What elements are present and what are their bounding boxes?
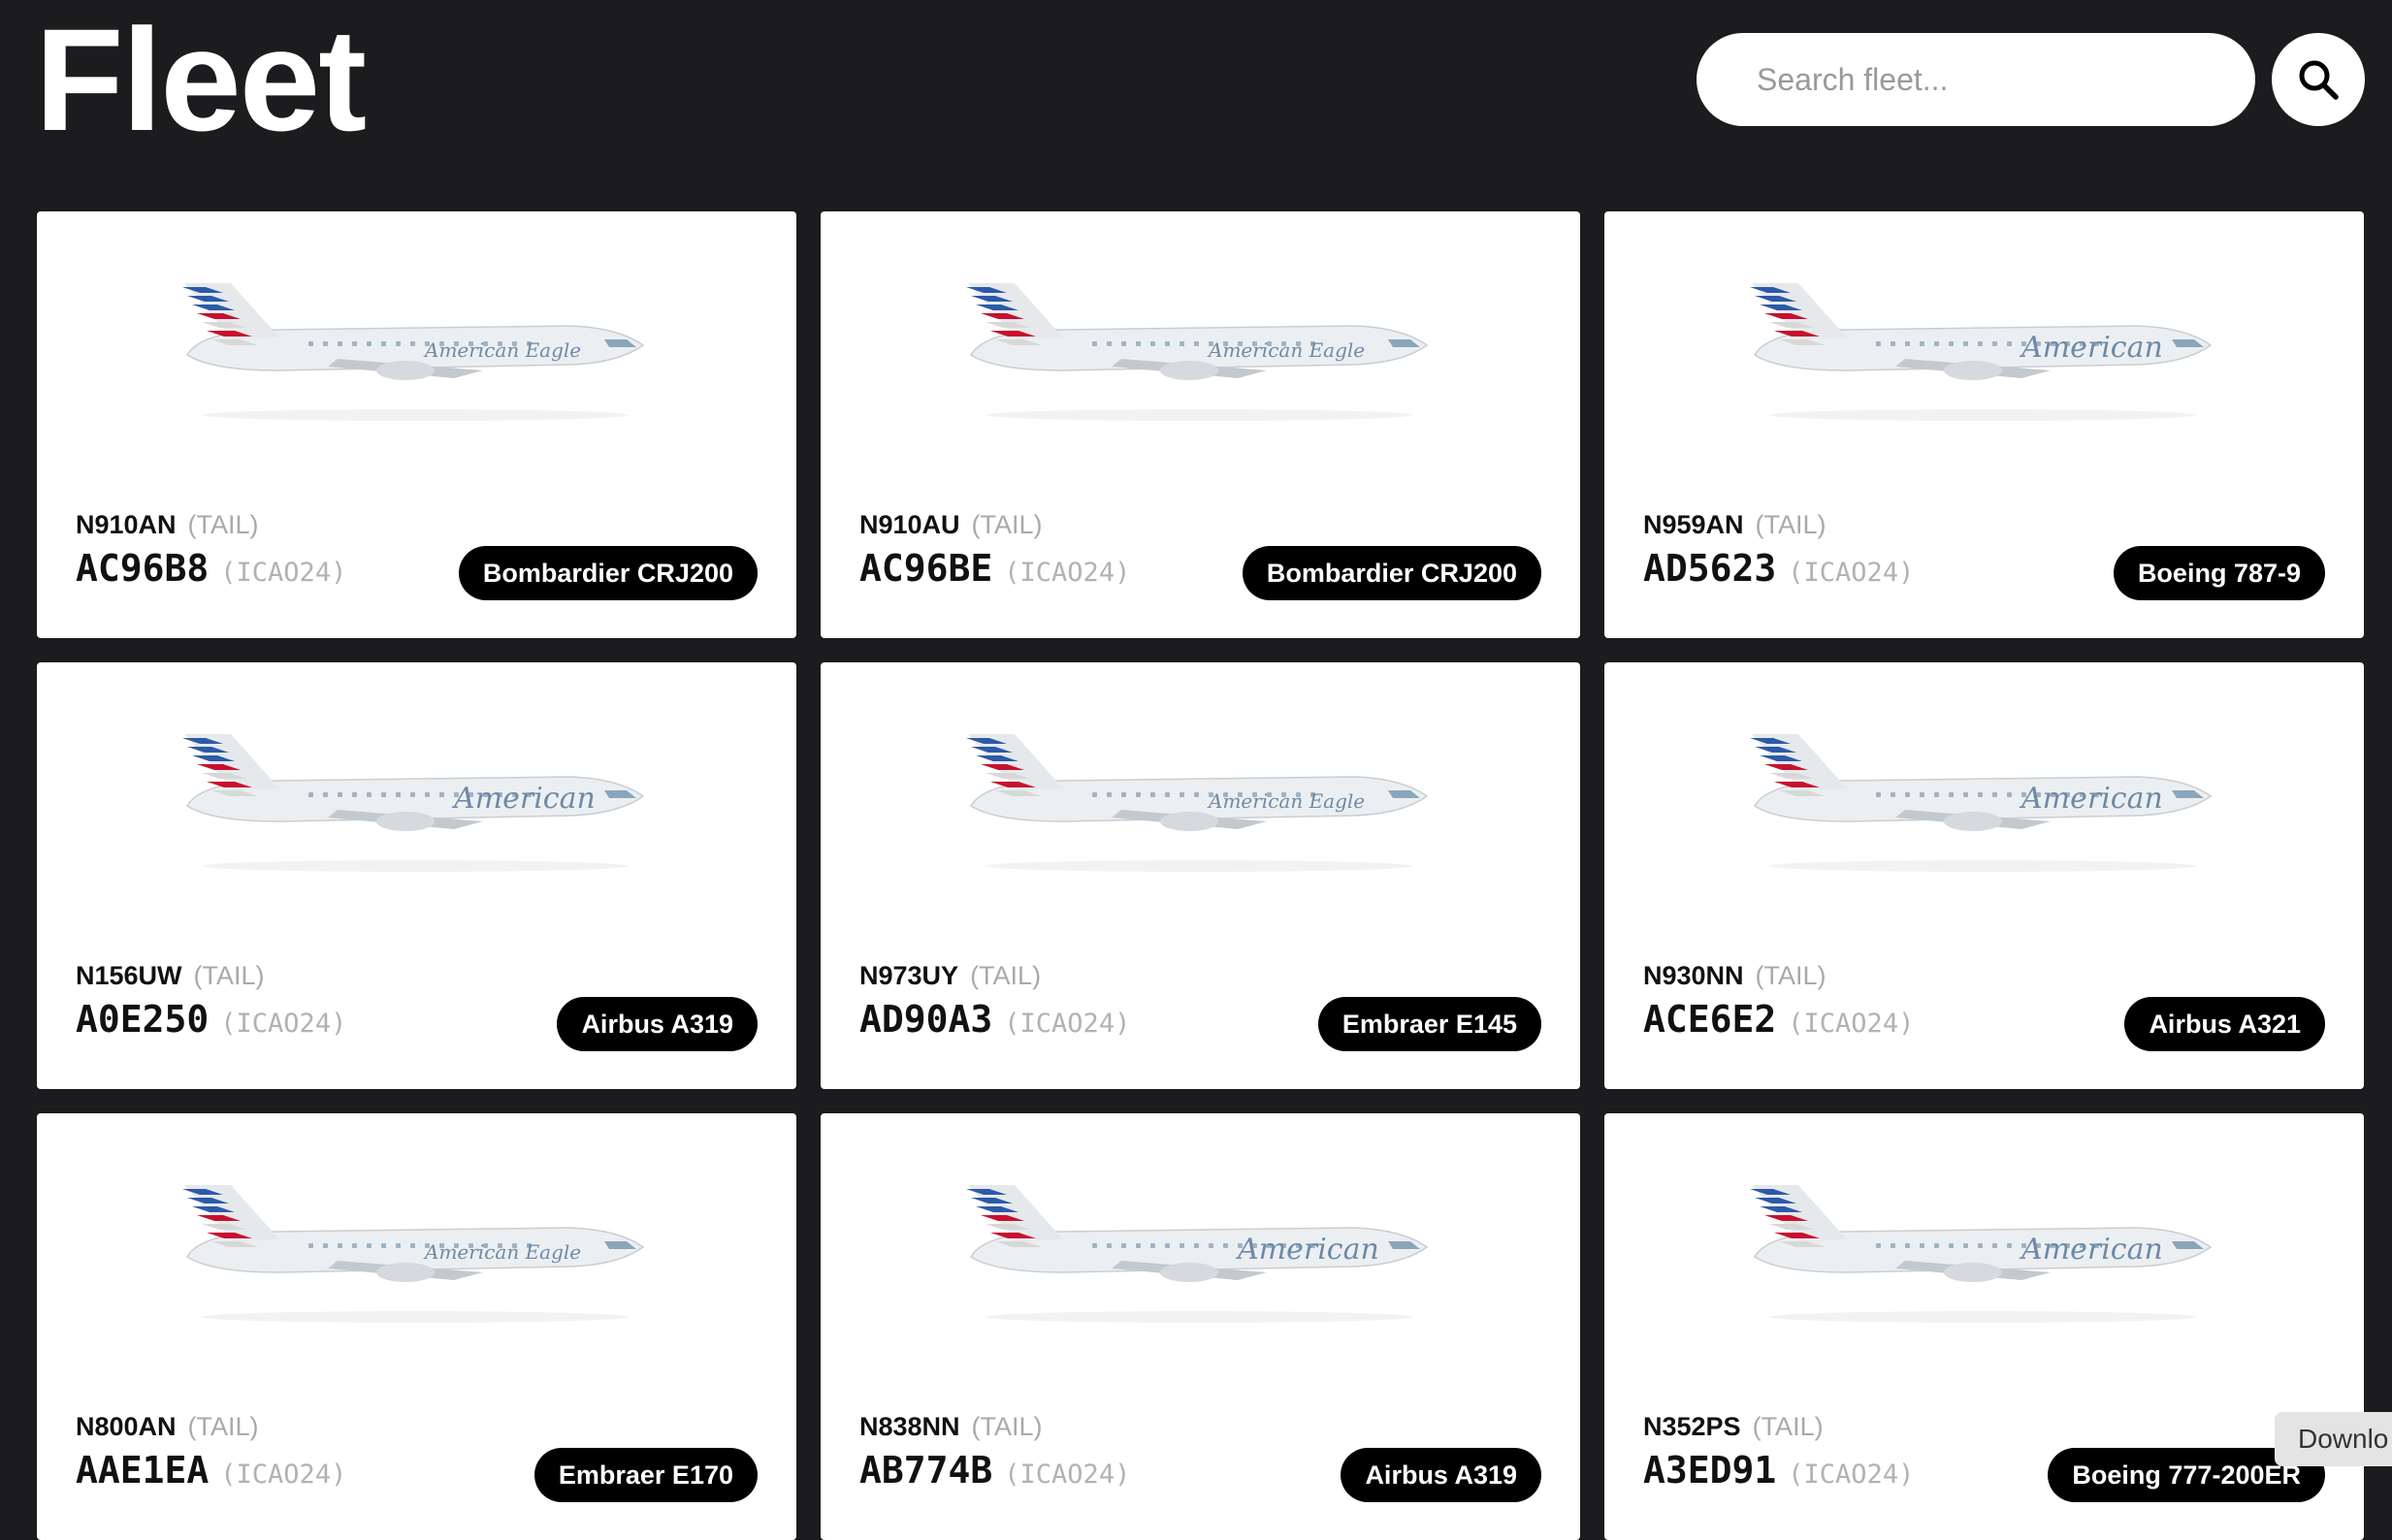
aircraft-image: American Eagle xyxy=(182,1185,645,1323)
svg-text:American Eagle: American Eagle xyxy=(1207,789,1365,813)
tail-row: N800AN (TAIL) xyxy=(76,1412,259,1442)
icao-row: A3ED91 (ICAO24) xyxy=(1643,1449,1914,1492)
icao-row: A0E250 (ICAO24) xyxy=(76,998,346,1041)
svg-text:American: American xyxy=(1235,1233,1379,1267)
svg-text:American Eagle: American Eagle xyxy=(423,338,581,362)
download-button[interactable]: Downlo xyxy=(2275,1412,2392,1466)
tail-label: (TAIL) xyxy=(970,961,1042,990)
icao24-code: A3ED91 xyxy=(1643,1449,1777,1492)
svg-text:American: American xyxy=(2019,331,2163,365)
icao24-label: (ICAO24) xyxy=(220,1460,347,1490)
fleet-card[interactable]: American N838NN (TAIL) AB774B (ICAO24) Airbus… xyxy=(821,1113,1580,1540)
tail-number: N910AU xyxy=(859,510,960,539)
tail-label: (TAIL) xyxy=(971,510,1043,539)
fleet-card[interactable]: American Eagle N800AN (TAIL) AAE1EA (ICAO24)… xyxy=(37,1113,796,1540)
icao24-code: AB774B xyxy=(859,1449,993,1492)
tail-label: (TAIL) xyxy=(187,1412,259,1441)
icao24-label: (ICAO24) xyxy=(220,558,347,588)
icao24-code: AC96B8 xyxy=(76,547,210,590)
icao24-code: A0E250 xyxy=(76,998,210,1041)
icao-row: AC96BE (ICAO24) xyxy=(859,547,1130,590)
svg-text:American: American xyxy=(2019,782,2163,816)
icao24-label: (ICAO24) xyxy=(1788,1009,1915,1039)
tail-row: N838NN (TAIL) xyxy=(859,1412,1043,1442)
fleet-card[interactable]: American N352PS (TAIL) A3ED91 (ICAO24) Boeing… xyxy=(1604,1113,2364,1540)
aircraft-image: American xyxy=(966,1185,1429,1323)
tail-row: N910AU (TAIL) xyxy=(859,510,1043,540)
icao-row: AB774B (ICAO24) xyxy=(859,1449,1130,1492)
aircraft-model-badge: Airbus A319 xyxy=(557,997,758,1051)
svg-text:American Eagle: American Eagle xyxy=(1207,338,1365,362)
tail-number: N959AN xyxy=(1643,510,1744,539)
aircraft-image: American Eagle xyxy=(966,734,1429,872)
icao-row: AD90A3 (ICAO24) xyxy=(859,998,1130,1041)
icao24-label: (ICAO24) xyxy=(1004,1460,1131,1490)
icao24-label: (ICAO24) xyxy=(1004,1009,1131,1039)
icao24-code: AD5623 xyxy=(1643,547,1777,590)
header: Fleet xyxy=(0,0,2392,184)
search-icon xyxy=(2299,60,2339,100)
fleet-grid: American Eagle N910AN (TAIL) AC96B8 (ICAO24)… xyxy=(37,211,2365,1540)
aircraft-image: American xyxy=(182,734,645,872)
icao-row: ACE6E2 (ICAO24) xyxy=(1643,998,1914,1041)
aircraft-model-badge: Airbus A321 xyxy=(2124,997,2325,1051)
tail-row: N352PS (TAIL) xyxy=(1643,1412,1824,1442)
fleet-card[interactable]: American N156UW (TAIL) A0E250 (ICAO24) Airbus… xyxy=(37,662,796,1089)
tail-number: N156UW xyxy=(76,961,182,990)
fleet-card[interactable]: American Eagle N973UY (TAIL) AD90A3 (ICAO24)… xyxy=(821,662,1580,1089)
tail-label: (TAIL) xyxy=(187,510,259,539)
aircraft-image: American xyxy=(1750,734,2213,872)
svg-text:American: American xyxy=(2019,1233,2163,1267)
icao24-code: AAE1EA xyxy=(76,1449,210,1492)
svg-text:American Eagle: American Eagle xyxy=(423,1240,581,1264)
tail-number: N930NN xyxy=(1643,961,1744,990)
tail-label: (TAIL) xyxy=(1755,510,1826,539)
tail-label: (TAIL) xyxy=(1752,1412,1824,1441)
aircraft-model-badge: Bombardier CRJ200 xyxy=(458,546,758,600)
icao-row: AD5623 (ICAO24) xyxy=(1643,547,1914,590)
aircraft-model-badge: Embraer E145 xyxy=(1317,997,1541,1051)
aircraft-image: American Eagle xyxy=(966,283,1429,421)
tail-row: N910AN (TAIL) xyxy=(76,510,259,540)
fleet-card[interactable]: American N959AN (TAIL) AD5623 (ICAO24) Boeing… xyxy=(1604,211,2364,638)
icao24-label: (ICAO24) xyxy=(1788,558,1915,588)
fleet-card[interactable]: American N930NN (TAIL) ACE6E2 (ICAO24) Airbus… xyxy=(1604,662,2364,1089)
icao24-label: (ICAO24) xyxy=(220,1009,347,1039)
tail-number: N910AN xyxy=(76,510,177,539)
tail-number: N838NN xyxy=(859,1412,960,1441)
aircraft-model-badge: Airbus A319 xyxy=(1341,1448,1541,1502)
fleet-card[interactable]: American Eagle N910AU (TAIL) AC96BE (ICAO24)… xyxy=(821,211,1580,638)
aircraft-model-badge: Embraer E170 xyxy=(533,1448,758,1502)
aircraft-image: American Eagle xyxy=(182,283,645,421)
aircraft-image: American xyxy=(1750,1185,2213,1323)
aircraft-model-badge: Bombardier CRJ200 xyxy=(1242,546,1541,600)
svg-text:American: American xyxy=(451,782,596,816)
tail-row: N156UW (TAIL) xyxy=(76,961,265,991)
tail-number: N800AN xyxy=(76,1412,177,1441)
icao24-label: (ICAO24) xyxy=(1004,558,1131,588)
fleet-card[interactable]: American Eagle N910AN (TAIL) AC96B8 (ICAO24)… xyxy=(37,211,796,638)
search-input[interactable] xyxy=(1697,33,2255,126)
tail-number: N973UY xyxy=(859,961,959,990)
tail-label: (TAIL) xyxy=(971,1412,1043,1441)
icao24-code: ACE6E2 xyxy=(1643,998,1777,1041)
tail-row: N959AN (TAIL) xyxy=(1643,510,1826,540)
icao-row: AAE1EA (ICAO24) xyxy=(76,1449,346,1492)
tail-number: N352PS xyxy=(1643,1412,1741,1441)
tail-label: (TAIL) xyxy=(1755,961,1826,990)
tail-row: N973UY (TAIL) xyxy=(859,961,1041,991)
icao-row: AC96B8 (ICAO24) xyxy=(76,547,346,590)
tail-row: N930NN (TAIL) xyxy=(1643,961,1826,991)
tail-label: (TAIL) xyxy=(193,961,265,990)
icao24-code: AC96BE xyxy=(859,547,993,590)
page-title: Fleet xyxy=(35,0,367,161)
icao24-label: (ICAO24) xyxy=(1788,1460,1915,1490)
search-button[interactable] xyxy=(2272,33,2365,126)
aircraft-image: American xyxy=(1750,283,2213,421)
aircraft-model-badge: Boeing 787-9 xyxy=(2113,546,2325,600)
icao24-code: AD90A3 xyxy=(859,998,993,1041)
